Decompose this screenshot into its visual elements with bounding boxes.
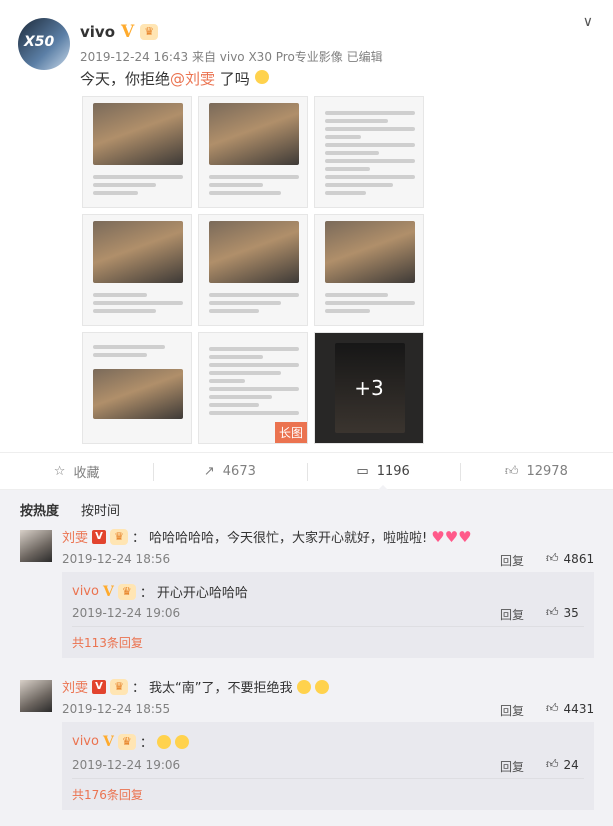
- verified-icon: V: [121, 22, 135, 42]
- more-replies-link[interactable]: 共113条回复: [72, 634, 143, 651]
- thumbs-up-icon: 👍︎: [546, 551, 559, 565]
- level-badge-icon: ♛: [117, 583, 136, 600]
- comment-like-button[interactable]: 👍︎ 4431: [546, 701, 594, 716]
- more-replies-link[interactable]: 共176条回复: [72, 786, 143, 803]
- author-avatar[interactable]: X50: [18, 18, 70, 70]
- repost-button[interactable]: ↗ 4673: [153, 453, 306, 489]
- level-badge-icon: ♛: [110, 678, 129, 695]
- author-line: vivo V ♛: [80, 22, 159, 42]
- thumbs-up-icon: 👍︎: [546, 701, 559, 715]
- verified-icon: V: [92, 679, 107, 694]
- reply-button[interactable]: 回复: [500, 552, 524, 569]
- comment-time: 2019-12-24 18:56: [62, 552, 171, 566]
- level-badge-icon: ♛: [140, 24, 159, 40]
- post-text-after: 了吗: [215, 70, 250, 88]
- image-thumb[interactable]: [82, 96, 192, 208]
- comment-like-button[interactable]: 👍︎ 4861: [546, 551, 594, 566]
- divider: [72, 626, 584, 627]
- sub-reply-like-button[interactable]: 👍︎ 35: [546, 605, 579, 620]
- thumbs-up-icon: 👍︎: [504, 463, 519, 479]
- pleading-emoji-icon: [174, 734, 189, 749]
- comment-button[interactable]: ▭ 1196: [306, 453, 460, 491]
- thumbs-up-icon: 👍︎: [546, 757, 559, 771]
- comment-icon: ▭: [356, 463, 369, 479]
- heart-emoji-icon: ♥♥♥: [431, 527, 472, 546]
- divider: [72, 778, 584, 779]
- image-thumb-long[interactable]: 长图: [198, 332, 308, 444]
- comment-time: 2019-12-24 18:55: [62, 702, 171, 716]
- sub-reply-name-line: vivo V ♛ ：: [72, 732, 189, 751]
- favorite-label: 收藏: [73, 465, 100, 481]
- image-thumb-more[interactable]: +3: [314, 332, 424, 444]
- comment-text: 哈哈哈哈哈，今天很忙，大家开心就好，啦啦啦!: [149, 531, 428, 546]
- sub-reply-button[interactable]: 回复: [500, 758, 524, 775]
- verified-icon: V: [102, 733, 114, 750]
- comments-section: 按热度 按时间 刘雯 V ♛ ： 哈哈哈哈哈，今天很忙，大家开心就好，啦啦啦! …: [0, 490, 613, 826]
- comment-like-count: 4861: [563, 551, 595, 566]
- sub-reply-like-button[interactable]: 👍︎ 24: [546, 757, 579, 772]
- doge-emoji-icon: [254, 70, 269, 84]
- image-thumb[interactable]: [314, 214, 424, 326]
- comment-count: 1196: [376, 463, 410, 479]
- image-thumb[interactable]: [198, 96, 308, 208]
- comment-name-line: 刘雯 V ♛ ： 哈哈哈哈哈，今天很忙，大家开心就好，啦啦啦! ♥♥♥: [62, 527, 472, 547]
- image-thumb[interactable]: [82, 214, 192, 326]
- weibo-post: X50 vivo V ♛ 2019-12-24 16:43 来自 vivo X3…: [0, 0, 613, 452]
- sub-replier-name[interactable]: vivo: [72, 734, 99, 749]
- like-count: 12978: [526, 463, 568, 479]
- image-thumb[interactable]: [198, 214, 308, 326]
- level-badge-icon: ♛: [110, 528, 129, 545]
- laugh-cry-emoji-icon: [314, 679, 329, 694]
- level-badge-icon: ♛: [117, 733, 136, 750]
- sub-reply-like-count: 35: [563, 605, 579, 620]
- like-button[interactable]: 👍︎ 12978: [459, 453, 613, 489]
- image-thumb[interactable]: [314, 96, 424, 208]
- image-grid: 长图 +3: [82, 96, 424, 444]
- author-name[interactable]: vivo: [80, 23, 115, 41]
- post-text: 今天，你拒绝@刘雯 了吗: [80, 68, 269, 89]
- thumbs-up-icon: 👍︎: [546, 605, 559, 619]
- post-text-before: 今天，你拒绝: [80, 70, 171, 88]
- sub-reply-time: 2019-12-24 19:06: [72, 758, 181, 772]
- commenter-name[interactable]: 刘雯: [62, 677, 88, 696]
- verified-icon: V: [92, 529, 107, 544]
- sub-reply-name-line: vivo V ♛ ： 开心开心哈哈哈: [72, 583, 248, 601]
- sub-replier-name[interactable]: vivo: [72, 584, 99, 599]
- long-image-tag: 长图: [274, 422, 307, 443]
- sub-reply-like-count: 24: [563, 757, 579, 772]
- tab-sort-time[interactable]: 按时间: [81, 500, 120, 519]
- comment-text: 我太“南”了，不要拒绝我: [149, 681, 293, 696]
- favorite-button[interactable]: ☆ 收藏: [0, 453, 153, 489]
- verified-icon: V: [102, 583, 114, 600]
- repost-icon: ↗: [203, 463, 215, 479]
- star-icon: ☆: [53, 463, 66, 479]
- action-bar: ☆ 收藏 ↗ 4673 ▭ 1196 👍︎ 12978: [0, 452, 613, 491]
- comment-name-line: 刘雯 V ♛ ： 我太“南”了，不要拒绝我: [62, 677, 329, 696]
- sub-reply-box: vivo V ♛ ： 开心开心哈哈哈 2019-12-24 19:06 回复 👍…: [62, 572, 594, 658]
- commenter-avatar[interactable]: [20, 530, 52, 562]
- sub-reply-button[interactable]: 回复: [500, 606, 524, 623]
- image-thumb[interactable]: [82, 332, 192, 444]
- more-images-count: +3: [315, 333, 423, 443]
- commenter-name[interactable]: 刘雯: [62, 527, 88, 546]
- sub-reply-time: 2019-12-24 19:06: [72, 606, 181, 620]
- commenter-avatar[interactable]: [20, 680, 52, 712]
- chevron-down-icon[interactable]: ∨: [583, 14, 593, 30]
- mention-link[interactable]: @刘雯: [170, 70, 215, 88]
- avatar-logo-text: X50: [24, 34, 55, 50]
- repost-count: 4673: [222, 463, 256, 479]
- post-meta: 2019-12-24 16:43 来自 vivo X30 Pro专业影像 已编辑: [80, 50, 383, 64]
- sub-reply-box: vivo V ♛ ： 2019-12-24 19:06 回复 👍︎ 24 共17…: [62, 722, 594, 810]
- reply-button[interactable]: 回复: [500, 702, 524, 719]
- pleading-emoji-icon: [156, 734, 171, 749]
- sort-tabs: 按热度 按时间: [20, 500, 120, 519]
- sub-reply-text: 开心开心哈哈哈: [156, 586, 248, 601]
- laugh-cry-emoji-icon: [296, 679, 311, 694]
- tab-sort-hot[interactable]: 按热度: [20, 500, 59, 519]
- comment-like-count: 4431: [563, 701, 595, 716]
